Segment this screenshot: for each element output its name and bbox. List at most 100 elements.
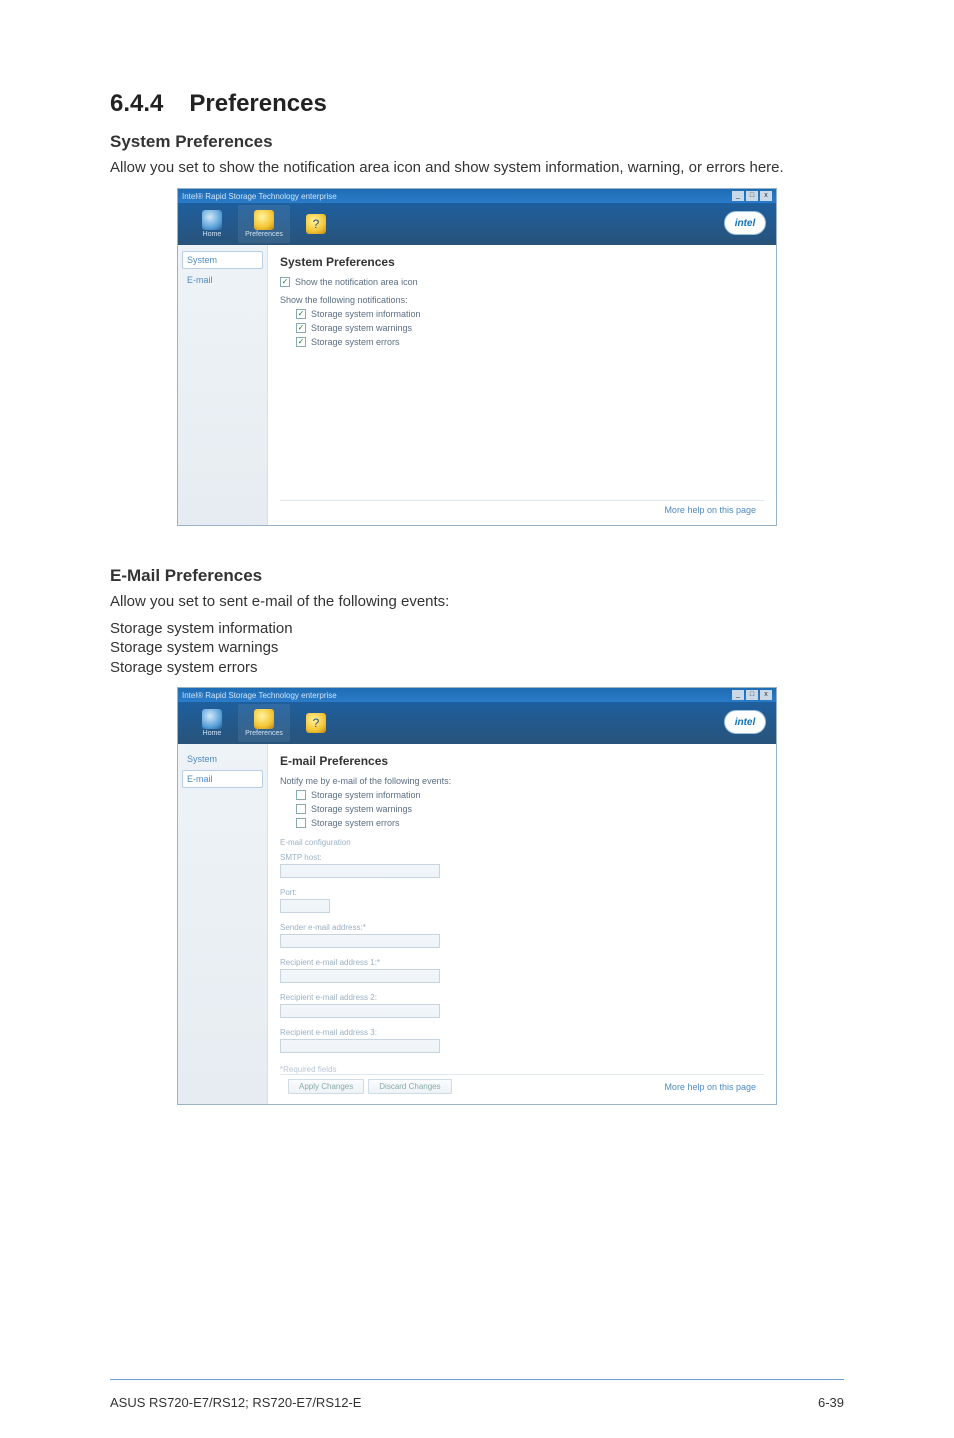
sidebar-item-system[interactable]: System xyxy=(182,251,263,269)
close-button[interactable]: x xyxy=(760,690,772,700)
toolbar: Home Preferences ? intel xyxy=(178,203,776,245)
email-preferences-heading: E-Mail Preferences xyxy=(110,566,844,586)
screenshot-system-preferences: Intel® Rapid Storage Technology enterpri… xyxy=(110,188,844,526)
pane-title: System Preferences xyxy=(280,255,764,269)
field-label: SMTP host: xyxy=(280,853,764,862)
tab-help[interactable]: ? xyxy=(290,704,342,742)
sidebar: System E-mail xyxy=(178,245,268,525)
preferences-icon xyxy=(254,210,274,230)
tab-home-label: Home xyxy=(203,730,222,737)
window-buttons: _ □ x xyxy=(732,690,772,700)
sidebar-item-label: E-mail xyxy=(187,275,213,285)
tab-preferences-label: Preferences xyxy=(245,730,283,737)
section-number: 6.4.4 xyxy=(110,90,163,117)
checkbox-label: Show the notification area icon xyxy=(295,277,418,287)
field-recipient-1: Recipient e-mail address 1:* xyxy=(280,958,764,983)
help-link-bar: More help on this page xyxy=(280,500,764,519)
sidebar-item-email[interactable]: E-mail xyxy=(182,271,263,289)
page-footer: ASUS RS720-E7/RS12; RS720-E7/RS12-E 6-39 xyxy=(110,1395,844,1410)
minimize-button[interactable]: _ xyxy=(732,191,744,201)
checkbox-icon xyxy=(296,337,306,347)
preferences-icon xyxy=(254,709,274,729)
app-window: Intel® Rapid Storage Technology enterpri… xyxy=(177,188,777,526)
system-preferences-description: Allow you set to show the notification a… xyxy=(110,158,844,178)
minimize-button[interactable]: _ xyxy=(732,690,744,700)
apply-changes-button[interactable]: Apply Changes xyxy=(288,1079,364,1094)
pane-title: E-mail Preferences xyxy=(280,754,764,768)
window-title: Intel® Rapid Storage Technology enterpri… xyxy=(182,691,337,700)
checkbox-errors[interactable]: Storage system errors xyxy=(296,818,764,828)
checkbox-errors[interactable]: Storage system errors xyxy=(296,337,764,347)
checkbox-info[interactable]: Storage system information xyxy=(296,309,764,319)
discard-changes-button[interactable]: Discard Changes xyxy=(368,1079,451,1094)
screenshot-email-preferences: Intel® Rapid Storage Technology enterpri… xyxy=(110,687,844,1105)
checkbox-label: Storage system errors xyxy=(311,818,400,828)
maximize-button[interactable]: □ xyxy=(746,690,758,700)
checkbox-warnings[interactable]: Storage system warnings xyxy=(296,323,764,333)
recipient1-input[interactable] xyxy=(280,969,440,983)
tab-home-label: Home xyxy=(203,231,222,238)
field-label: Sender e-mail address:* xyxy=(280,923,764,932)
intel-logo: intel xyxy=(724,211,766,235)
window-title: Intel® Rapid Storage Technology enterpri… xyxy=(182,192,337,201)
event-line-1: Storage system information xyxy=(110,619,844,639)
more-help-link[interactable]: More help on this page xyxy=(664,1082,756,1092)
intel-logo: intel xyxy=(724,710,766,734)
event-line-3: Storage system errors xyxy=(110,658,844,678)
checkbox-warnings[interactable]: Storage system warnings xyxy=(296,804,764,814)
notify-label: Notify me by e-mail of the following eve… xyxy=(280,776,764,786)
app-window: Intel® Rapid Storage Technology enterpri… xyxy=(177,687,777,1105)
checkbox-label: Storage system errors xyxy=(311,337,400,347)
section-heading: 6.4.4 Preferences xyxy=(110,90,844,118)
checkbox-show-icon[interactable]: Show the notification area icon xyxy=(280,277,764,287)
field-port: Port: xyxy=(280,888,764,913)
field-smtp-host: SMTP host: xyxy=(280,853,764,878)
tab-home[interactable]: Home xyxy=(186,205,238,243)
required-fields-note: *Required fields xyxy=(280,1065,764,1074)
sidebar-item-system[interactable]: System xyxy=(182,750,263,768)
field-label: Recipient e-mail address 1:* xyxy=(280,958,764,967)
field-label: Port: xyxy=(280,888,764,897)
tab-preferences[interactable]: Preferences xyxy=(238,205,290,243)
footer-rule xyxy=(110,1379,844,1380)
email-config-label: E-mail configuration xyxy=(280,838,764,847)
sidebar-item-email[interactable]: E-mail xyxy=(182,770,263,788)
checkbox-icon xyxy=(296,323,306,333)
checkbox-icon xyxy=(296,818,306,828)
sidebar-item-label: System xyxy=(187,754,217,764)
show-following-label: Show the following notifications: xyxy=(280,295,764,305)
app-body: System E-mail System Preferences Show th… xyxy=(178,245,776,525)
field-recipient-2: Recipient e-mail address 2: xyxy=(280,993,764,1018)
help-icon: ? xyxy=(306,713,326,733)
sender-input[interactable] xyxy=(280,934,440,948)
field-label: Recipient e-mail address 3: xyxy=(280,1028,764,1037)
checkbox-icon xyxy=(280,277,290,287)
field-label: Recipient e-mail address 2: xyxy=(280,993,764,1002)
footer-buttons: Apply Changes Discard Changes xyxy=(288,1079,452,1094)
close-button[interactable]: x xyxy=(760,191,772,201)
tab-preferences-label: Preferences xyxy=(245,231,283,238)
port-input[interactable] xyxy=(280,899,330,913)
recipient3-input[interactable] xyxy=(280,1039,440,1053)
window-buttons: _ □ x xyxy=(732,191,772,201)
tab-home[interactable]: Home xyxy=(186,704,238,742)
home-icon xyxy=(202,210,222,230)
section-title: Preferences xyxy=(189,90,326,117)
system-preferences-heading: System Preferences xyxy=(110,132,844,152)
content-pane: System Preferences Show the notification… xyxy=(268,245,776,525)
field-sender: Sender e-mail address:* xyxy=(280,923,764,948)
sidebar-item-label: E-mail xyxy=(187,774,213,784)
more-help-link[interactable]: More help on this page xyxy=(664,505,756,515)
help-icon: ? xyxy=(306,214,326,234)
event-line-2: Storage system warnings xyxy=(110,638,844,658)
maximize-button[interactable]: □ xyxy=(746,191,758,201)
tab-preferences[interactable]: Preferences xyxy=(238,704,290,742)
checkbox-icon xyxy=(296,804,306,814)
checkbox-label: Storage system information xyxy=(311,790,421,800)
smtp-host-input[interactable] xyxy=(280,864,440,878)
checkbox-label: Storage system warnings xyxy=(311,804,412,814)
recipient2-input[interactable] xyxy=(280,1004,440,1018)
tab-help[interactable]: ? xyxy=(290,205,342,243)
checkbox-label: Storage system information xyxy=(311,309,421,319)
checkbox-info[interactable]: Storage system information xyxy=(296,790,764,800)
